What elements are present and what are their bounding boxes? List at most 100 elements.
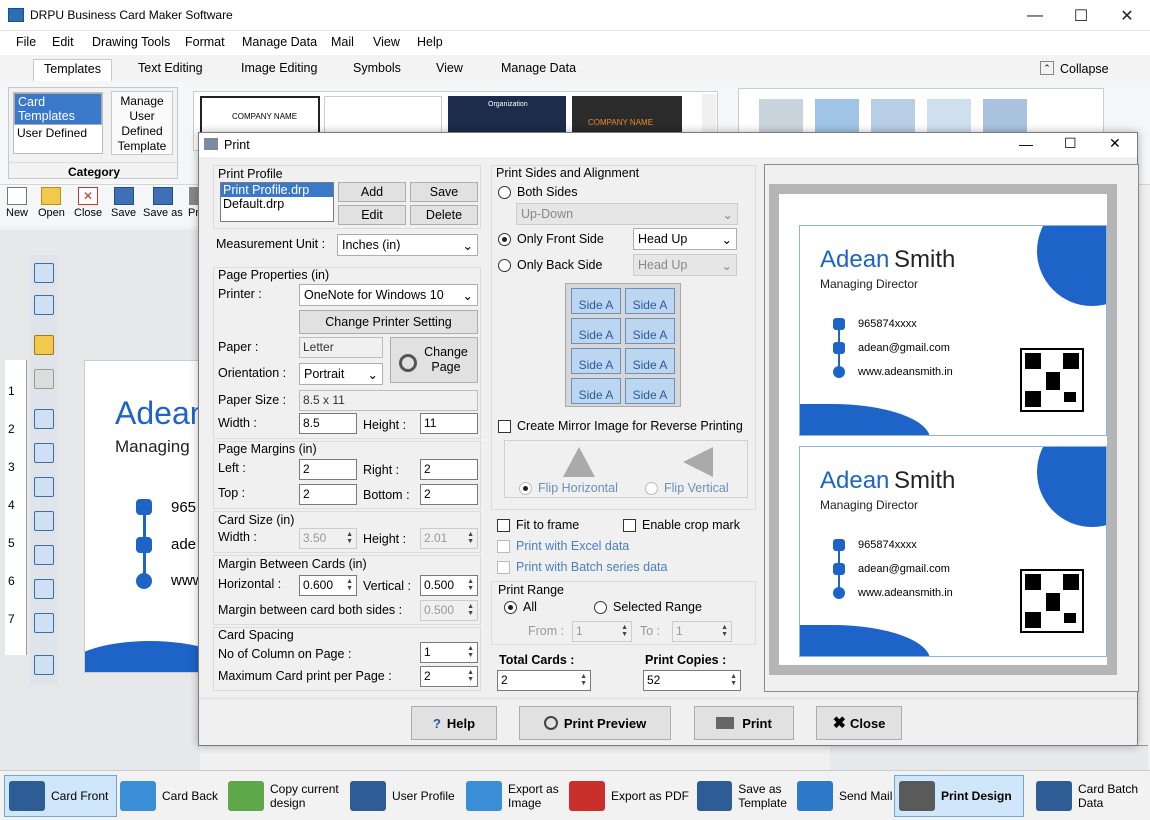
send-mail-button[interactable]: Send Mail [797, 775, 893, 817]
design-canvas[interactable]: Adean Managing 965 ade www [84, 360, 204, 673]
export-pdf-button[interactable]: Export as PDF [569, 775, 689, 817]
menu-help[interactable]: Help [417, 35, 443, 49]
group-icon[interactable] [34, 295, 54, 315]
menu-file[interactable]: File [16, 35, 36, 49]
align-icon[interactable] [34, 579, 54, 599]
back-side-radio[interactable]: Only Back Side [498, 258, 602, 273]
card-front-button[interactable]: Card Front [4, 775, 117, 817]
add-profile-button[interactable]: Add [338, 182, 406, 202]
collapse-icon[interactable]: ⌃ [1040, 61, 1054, 75]
category-user-defined[interactable]: User Defined [14, 125, 102, 141]
horizontal-margin-spinner[interactable]: 0.600 ▲ ▼ [299, 575, 357, 596]
save-profile-button[interactable]: Save [410, 182, 478, 202]
menu-format[interactable]: Format [185, 35, 225, 49]
mirror-checkbox[interactable]: Create Mirror Image for Reverse Printing [498, 419, 743, 434]
printer-select[interactable]: OneNote for Windows 10 ⌄ [299, 284, 478, 306]
page-height-field[interactable]: 11 [420, 413, 478, 434]
menu-manage-data[interactable]: Manage Data [242, 35, 317, 49]
edit-profile-button[interactable]: Edit [338, 205, 406, 225]
change-printer-button[interactable]: Change Printer Setting [299, 310, 478, 334]
copy-design-button[interactable]: Copy current design [228, 775, 346, 817]
fit-icon[interactable] [34, 613, 54, 633]
change-page-button[interactable]: Change Page [390, 337, 478, 383]
tab-symbols[interactable]: Symbols [343, 59, 411, 81]
range-selected-radio[interactable]: Selected Range [594, 600, 702, 615]
align-icon[interactable] [34, 511, 54, 531]
crop-mark-checkbox[interactable]: Enable crop mark [623, 518, 740, 533]
manage-template-button[interactable]: Manage User Defined Template [111, 91, 173, 155]
profile-item[interactable]: Default.drp [221, 197, 333, 211]
measurement-select[interactable]: Inches (in) ⌄ [337, 234, 478, 256]
front-side-radio[interactable]: Only Front Side [498, 232, 604, 247]
unlock-icon[interactable] [34, 369, 54, 389]
maximize-icon[interactable]: ☐ [1058, 0, 1104, 31]
menu-edit[interactable]: Edit [52, 35, 74, 49]
fit-frame-checkbox[interactable]: Fit to frame [497, 518, 579, 533]
spinner-arrows-icon[interactable]: ▲ ▼ [467, 645, 474, 660]
spinner-arrows-icon[interactable]: ▲ ▼ [580, 673, 587, 688]
save-template-button[interactable]: Save as Template [697, 775, 789, 817]
tab-templates[interactable]: Templates [33, 59, 112, 81]
spinner-arrows-icon[interactable]: ▲ ▼ [467, 669, 474, 684]
side-a-cell: Side A [625, 378, 675, 404]
profile-item-selected[interactable]: Print Profile.drp [221, 183, 333, 197]
dialog-maximize-icon[interactable]: ☐ [1064, 135, 1077, 152]
close-button[interactable]: ✕ Close [74, 187, 102, 219]
align-icon[interactable] [34, 409, 54, 429]
user-profile-button[interactable]: User Profile [350, 775, 458, 817]
tab-view[interactable]: View [426, 59, 473, 81]
bottom-margin-field[interactable]: 2 [420, 484, 478, 505]
layers-icon[interactable] [34, 263, 54, 283]
new-button[interactable]: New [6, 187, 28, 219]
align-icon[interactable] [34, 443, 54, 463]
orientation-select[interactable]: Portrait ⌄ [299, 363, 383, 385]
vertical-margin-spinner[interactable]: 0.500 ▲ ▼ [420, 575, 478, 596]
category-card-templates[interactable]: Card Templates [14, 93, 102, 125]
menu-drawing-tools[interactable]: Drawing Tools [92, 35, 170, 49]
max-cards-spinner[interactable]: 2 ▲ ▼ [420, 666, 478, 687]
align-icon[interactable] [34, 477, 54, 497]
help-button[interactable]: ? Help [411, 706, 497, 740]
card-back-button[interactable]: Card Back [120, 775, 225, 817]
delete-profile-button[interactable]: Delete [410, 205, 478, 225]
dialog-close-icon[interactable]: ✕ [1109, 135, 1121, 152]
page-width-field[interactable]: 8.5 [299, 413, 357, 434]
profile-list[interactable]: Print Profile.drp Default.drp [220, 182, 334, 222]
lock-icon[interactable] [34, 335, 54, 355]
export-image-button[interactable]: Export as Image [466, 775, 566, 817]
print-preview-button[interactable]: Print Preview [519, 706, 671, 740]
minimize-icon[interactable]: — [1012, 0, 1058, 31]
category-list[interactable]: Card Templates User Defined [13, 92, 103, 154]
dialog-minimize-icon[interactable]: — [1019, 136, 1033, 152]
spinner-arrows-icon[interactable]: ▲ ▼ [467, 578, 474, 593]
collapse-label[interactable]: Collapse [1060, 62, 1109, 76]
total-cards-spinner[interactable]: 2 ▲ ▼ [497, 670, 591, 691]
paper-field[interactable]: Letter [299, 337, 383, 358]
top-margin-field[interactable]: 2 [299, 484, 357, 505]
print-copies-spinner[interactable]: 52 ▲ ▼ [643, 670, 741, 691]
tab-text-editing[interactable]: Text Editing [128, 59, 213, 81]
tab-manage-data[interactable]: Manage Data [491, 59, 586, 81]
front-side-select[interactable]: Head Up ⌄ [633, 228, 737, 250]
columns-spinner[interactable]: 1 ▲ ▼ [420, 642, 478, 663]
spinner-arrows-icon[interactable]: ▲ ▼ [730, 673, 737, 688]
menu-mail[interactable]: Mail [331, 35, 354, 49]
close-dialog-button[interactable]: ✖ Close [816, 706, 902, 740]
print-design-button[interactable]: Print Design [894, 775, 1024, 817]
spinner-arrows-icon[interactable]: ▲ ▼ [346, 578, 353, 593]
range-all-radio[interactable]: All [504, 600, 537, 615]
save-button[interactable]: Save [111, 187, 136, 219]
align-icon[interactable] [34, 545, 54, 565]
zoom-icon[interactable] [34, 655, 54, 675]
left-margin-field[interactable]: 2 [299, 459, 357, 480]
menu-view[interactable]: View [373, 35, 400, 49]
both-sides-radio[interactable]: Both Sides [498, 185, 577, 200]
card-batch-button[interactable]: Card Batch Data [1036, 775, 1146, 817]
print-button[interactable]: Print [694, 706, 794, 740]
tab-image-editing[interactable]: Image Editing [231, 59, 327, 81]
right-margin-field[interactable]: 2 [420, 459, 478, 480]
radio-icon [498, 259, 511, 273]
close-icon[interactable]: ✕ [1104, 0, 1150, 31]
save-as-button[interactable]: Save as [143, 187, 183, 219]
open-button[interactable]: Open [38, 187, 65, 219]
